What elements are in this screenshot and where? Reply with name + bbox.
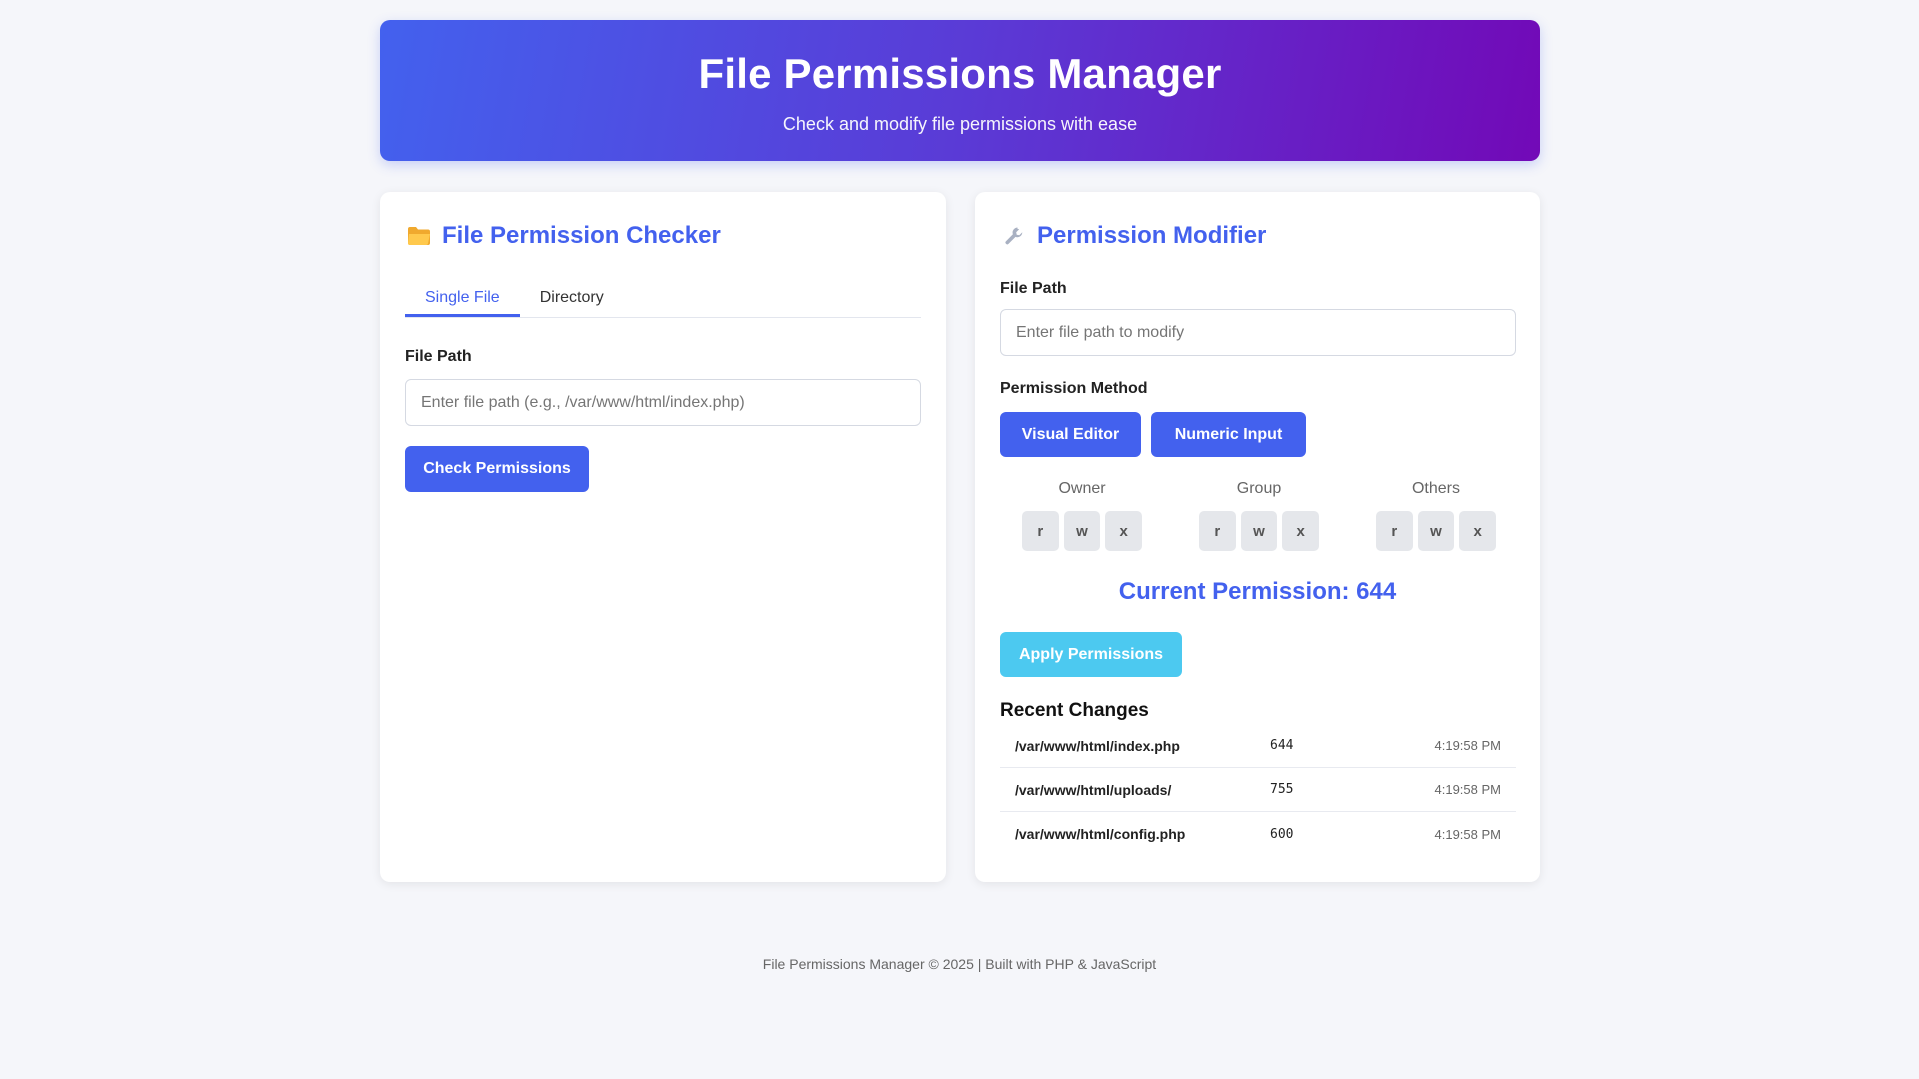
group-read-toggle[interactable]: r <box>1199 511 1236 551</box>
checker-file-path-label: File Path <box>405 348 472 365</box>
recent-permission: 755 <box>1270 782 1294 797</box>
modifier-file-path-label: File Path <box>1000 280 1067 297</box>
list-item: /var/www/html/index.php 644 4:19:58 PM <box>1000 724 1516 768</box>
folder-icon <box>406 223 432 249</box>
apply-permissions-button[interactable]: Apply Permissions <box>1000 632 1182 677</box>
modifier-title: Permission Modifier <box>1001 222 1266 250</box>
others-permission-group: Others r w x <box>1376 480 1497 551</box>
modifier-title-text: Permission Modifier <box>1037 222 1267 249</box>
permission-checker-card: File Permission Checker Single File Dire… <box>380 192 946 882</box>
recent-path: /var/www/html/config.php <box>1015 826 1186 842</box>
others-label: Others <box>1411 480 1460 497</box>
recent-time: 4:19:58 PM <box>1434 738 1502 753</box>
recent-time: 4:19:58 PM <box>1434 826 1502 842</box>
tab-directory[interactable]: Directory <box>520 280 624 317</box>
page-title: File Permissions Manager <box>698 50 1222 97</box>
wrench-icon <box>1001 223 1027 249</box>
group-write-toggle[interactable]: w <box>1240 511 1278 551</box>
group-execute-toggle[interactable]: x <box>1282 511 1320 551</box>
list-item: /var/www/html/config.php 600 4:19:58 PM <box>1000 812 1516 856</box>
owner-permission-group: Owner r w x <box>1022 480 1143 551</box>
checker-file-path-input[interactable] <box>405 379 921 426</box>
recent-changes-title: Recent Changes <box>1000 700 1149 721</box>
visual-editor-button[interactable]: Visual Editor <box>1000 412 1141 457</box>
checker-tabs: Single File Directory <box>405 280 921 318</box>
checker-title: File Permission Checker <box>406 222 721 250</box>
owner-label: Owner <box>1058 480 1106 497</box>
page-header: File Permissions Manager Check and modif… <box>380 20 1540 161</box>
recent-changes-list: /var/www/html/index.php 644 4:19:58 PM /… <box>1000 724 1516 856</box>
owner-execute-toggle[interactable]: x <box>1105 511 1143 551</box>
recent-path: /var/www/html/index.php <box>1015 737 1180 754</box>
current-permission: Current Permission: 644 <box>1118 578 1397 605</box>
owner-write-toggle[interactable]: w <box>1063 511 1101 551</box>
recent-path: /var/www/html/uploads/ <box>1015 781 1172 798</box>
permission-method-label: Permission Method <box>1000 380 1148 397</box>
check-permissions-button[interactable]: Check Permissions <box>405 446 589 492</box>
modifier-file-path-input[interactable] <box>1000 309 1516 356</box>
owner-read-toggle[interactable]: r <box>1022 511 1059 551</box>
numeric-input-button[interactable]: Numeric Input <box>1151 412 1306 457</box>
permission-modifier-card: Permission Modifier File Path Permission… <box>975 192 1540 882</box>
others-read-toggle[interactable]: r <box>1376 511 1413 551</box>
others-execute-toggle[interactable]: x <box>1459 511 1497 551</box>
list-item: /var/www/html/uploads/ 755 4:19:58 PM <box>1000 768 1516 812</box>
checker-title-text: File Permission Checker <box>442 222 721 249</box>
group-permission-group: Group r w x <box>1199 480 1320 551</box>
tab-single-file[interactable]: Single File <box>405 280 520 317</box>
recent-time: 4:19:58 PM <box>1434 782 1502 797</box>
group-label: Group <box>1236 480 1282 497</box>
recent-permission: 644 <box>1270 738 1294 753</box>
recent-permission: 600 <box>1270 826 1294 842</box>
others-write-toggle[interactable]: w <box>1417 511 1455 551</box>
page-subtitle: Check and modify file permissions with e… <box>782 114 1138 134</box>
page-footer: File Permissions Manager © 2025 | Built … <box>762 956 1157 972</box>
